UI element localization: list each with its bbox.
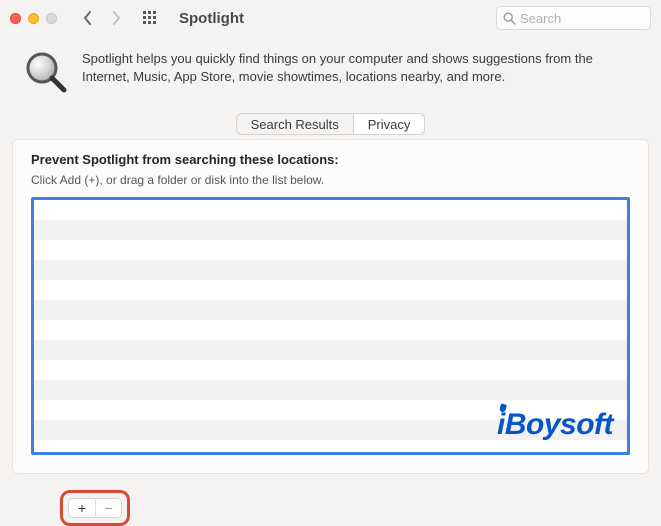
minimize-button[interactable] (28, 13, 39, 24)
tab-bar: Search Results Privacy (12, 113, 649, 135)
close-button[interactable] (10, 13, 21, 24)
list-item (34, 360, 627, 380)
grid-icon[interactable] (139, 11, 161, 25)
add-button[interactable]: + (69, 499, 95, 517)
list-item (34, 280, 627, 300)
window-controls (10, 13, 57, 24)
tab-privacy[interactable]: Privacy (353, 114, 425, 134)
search-placeholder: Search (520, 11, 561, 26)
add-remove-controls: + − (68, 498, 122, 518)
window-title: Spotlight (179, 10, 490, 27)
privacy-locations-list[interactable]: iBoysoft (31, 197, 630, 455)
privacy-subheading: Click Add (+), or drag a folder or disk … (31, 173, 630, 187)
list-item (34, 200, 627, 220)
search-field[interactable]: Search (496, 6, 651, 30)
header: Spotlight helps you quickly find things … (0, 36, 661, 117)
list-item (34, 320, 627, 340)
privacy-heading: Prevent Spotlight from searching these l… (31, 152, 630, 167)
content-panel: Search Results Privacy Prevent Spotlight… (12, 113, 649, 488)
remove-button[interactable]: − (95, 499, 121, 517)
list-item (34, 340, 627, 360)
privacy-pane: Prevent Spotlight from searching these l… (12, 139, 649, 474)
list-item (34, 300, 627, 320)
zoom-button (46, 13, 57, 24)
watermark: iBoysoft (497, 408, 613, 442)
list-item (34, 220, 627, 240)
back-button[interactable] (77, 7, 99, 29)
header-description: Spotlight helps you quickly find things … (82, 50, 637, 97)
forward-button (105, 7, 127, 29)
titlebar: Spotlight Search (0, 0, 661, 36)
list-item (34, 260, 627, 280)
list-item (34, 440, 627, 455)
list-item (34, 380, 627, 400)
list-item (34, 240, 627, 260)
tab-search-results[interactable]: Search Results (237, 114, 353, 134)
spotlight-icon (24, 50, 68, 97)
